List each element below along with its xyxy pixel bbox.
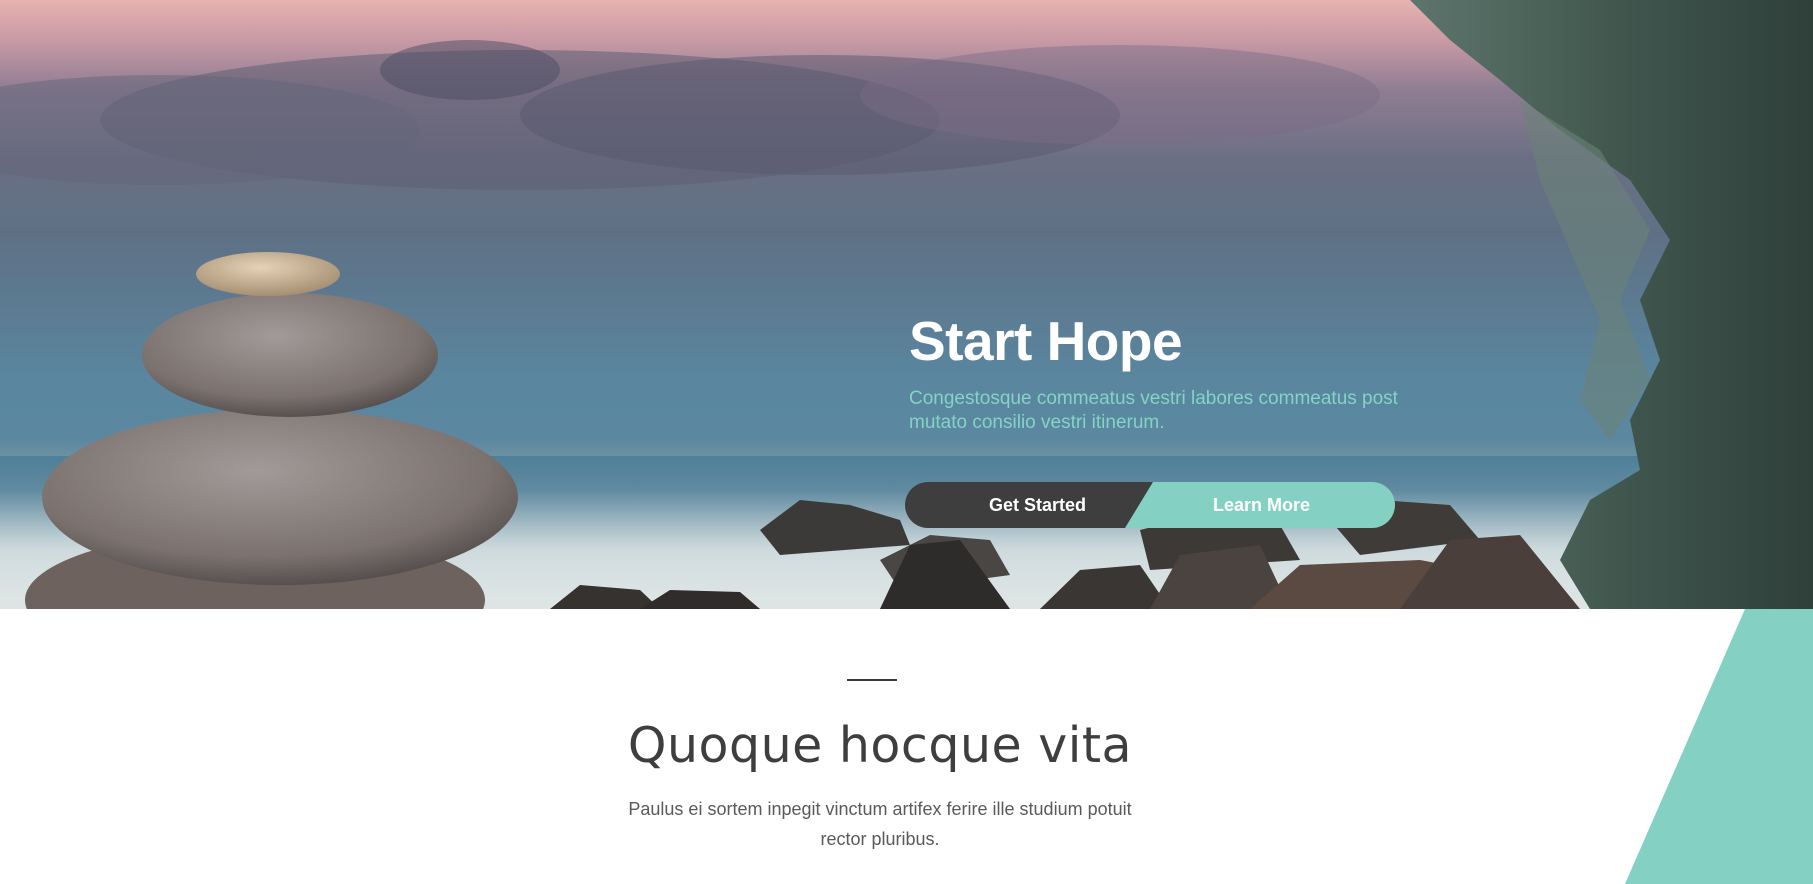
learn-more-button[interactable]: Learn More <box>1125 482 1395 528</box>
hero-title: Start Hope <box>909 310 1183 372</box>
get-started-button[interactable]: Get Started <box>905 482 1165 528</box>
intro-text: Paulus ei sortem inpegit vinctum artifex… <box>628 799 1132 849</box>
hero-content: Start Hope Congestosque commeatus vestri… <box>909 303 1429 435</box>
section-divider <box>847 679 897 681</box>
hero-subtitle: Congestosque commeatus vestri labores co… <box>909 388 1398 433</box>
intro-section: Quoque hocque vita Paulus ei sortem inpe… <box>0 609 1813 884</box>
intro-title: Quoque hocque vita <box>627 717 1133 774</box>
hero-cta-group: Get Started Learn More <box>905 482 1395 528</box>
hero-section: Start Hope Congestosque commeatus vestri… <box>0 0 1813 609</box>
